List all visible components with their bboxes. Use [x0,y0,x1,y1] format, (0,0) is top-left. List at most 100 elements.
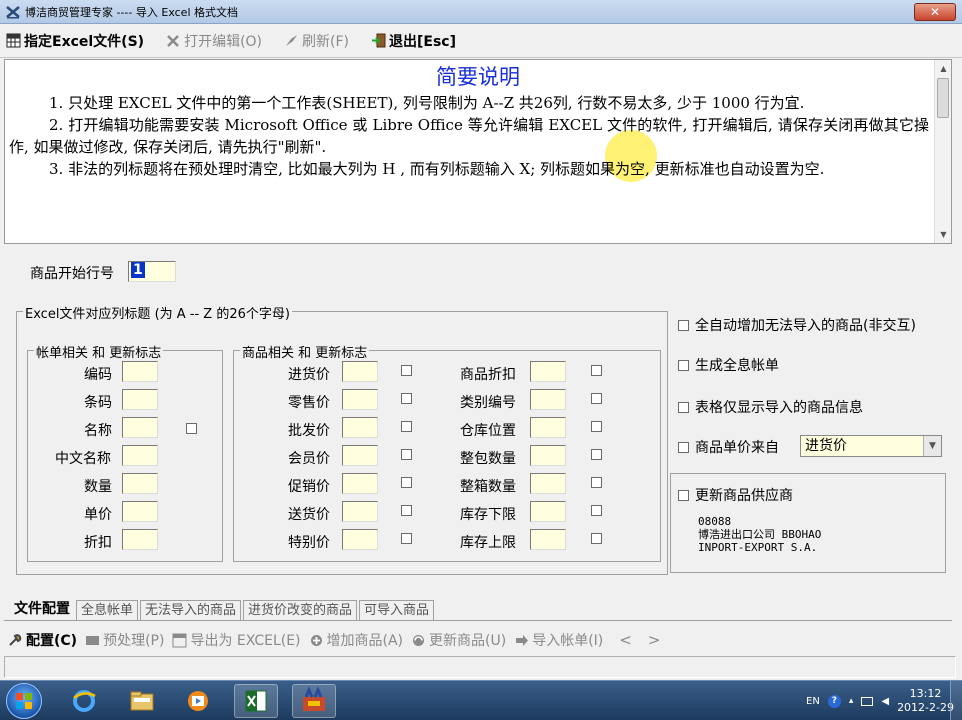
display-icon[interactable] [861,696,874,706]
scroll-down-icon[interactable]: ▼ [935,226,951,243]
export-excel-button[interactable]: 导出为 EXCEL(E) [172,630,301,650]
stock-min-update-checkbox[interactable] [591,505,602,516]
delivery-price-column-input[interactable] [342,501,378,522]
wholesale-price-column-input[interactable] [342,417,378,438]
system-tray: EN ? ▴ ◀ 13:12 2012-2-29 [806,685,954,717]
start-button[interactable] [6,683,42,719]
purchase-price-column-input[interactable] [342,361,378,382]
stock-max-column-input[interactable] [530,529,566,550]
discount-column-input[interactable] [122,529,158,550]
auto-add-checkbox[interactable] [678,319,689,331]
pack-quantity-column-input[interactable] [530,445,566,466]
clock[interactable]: 13:12 2012-2-29 [897,687,954,715]
retail-price-update-checkbox[interactable] [401,393,412,404]
name-update-checkbox[interactable] [186,423,197,434]
member-price-column-input[interactable] [342,445,378,466]
field-label-quantity: 数量 [84,479,112,495]
warehouse-location-column-input[interactable] [530,417,566,438]
stock-max-update-checkbox[interactable] [591,533,602,544]
grid-only-import-option[interactable]: 表格仅显示导入的商品信息 [678,397,863,417]
tab-file-config[interactable]: 文件配置 [10,598,74,620]
product-group-label: 商品相关 和 更新标志 [240,342,370,361]
taskbar-excel-icon[interactable] [234,684,278,718]
show-desktop-button[interactable] [950,681,962,720]
code-column-input[interactable] [122,361,158,382]
gen-full-bill-option[interactable]: 生成全息帐单 [678,355,779,375]
delivery-price-update-checkbox[interactable] [401,505,412,516]
field-label-chinese-name: 中文名称 [55,451,111,467]
import-bill-button[interactable]: 导入帐单(I) [514,630,603,650]
price-source-option[interactable]: 商品单价来自 [678,437,779,457]
special-price-column-input[interactable] [342,529,378,550]
open-edit-button[interactable]: 打开编辑(O) [166,31,262,51]
help-icon[interactable]: ? [827,694,841,708]
chevron-down-icon[interactable]: ▼ [923,436,941,456]
add-product-button[interactable]: 增加商品(A) [309,630,403,650]
start-row-input[interactable]: 1 [128,261,176,282]
taskbar-app-icon[interactable] [292,684,336,718]
field-label-retail-price: 零售价 [288,395,330,411]
export-icon [172,633,187,648]
unit-price-column-input[interactable] [122,501,158,522]
product-discount-column-input[interactable] [530,361,566,382]
spreadsheet-icon [6,33,21,48]
config-button[interactable]: 配置(C) [8,630,77,650]
taskbar: EN ? ▴ ◀ 13:12 2012-2-29 [0,680,962,720]
box-quantity-update-checkbox[interactable] [591,477,602,488]
purchase-price-update-checkbox[interactable] [401,365,412,376]
box-quantity-column-input[interactable] [530,473,566,494]
pack-quantity-update-checkbox[interactable] [591,449,602,460]
tab-price-changed-products[interactable]: 进货价改变的商品 [243,600,358,620]
exit-button[interactable]: 退出[Esc] [371,31,456,51]
next-page-button[interactable]: > [648,631,661,649]
field-label-discount: 折扣 [84,535,112,551]
taskbar-media-player-icon[interactable] [176,684,220,718]
exit-icon [371,33,386,48]
product-discount-update-checkbox[interactable] [591,365,602,376]
auto-add-option[interactable]: 全自动增加无法导入的商品(非交互) [678,315,916,335]
language-indicator[interactable]: EN [806,696,820,707]
update-product-button[interactable]: 更新商品(U) [411,630,506,650]
price-source-select[interactable]: 进货价 ▼ [800,435,942,457]
category-code-update-checkbox[interactable] [591,393,602,404]
close-button[interactable]: ✕ [914,3,956,21]
prev-page-button[interactable]: < [619,631,632,649]
tab-unimportable-products[interactable]: 无法导入的商品 [140,600,242,620]
retail-price-column-input[interactable] [342,389,378,410]
member-price-update-checkbox[interactable] [401,449,412,460]
name-column-input[interactable] [122,417,158,438]
wholesale-price-update-checkbox[interactable] [401,421,412,432]
select-excel-file-button[interactable]: 指定Excel文件(S) [6,31,144,51]
update-supplier-option[interactable]: 更新商品供应商 [678,485,793,505]
grid-only-import-checkbox[interactable] [678,401,689,413]
tab-full-bill[interactable]: 全息帐单 [76,600,139,620]
refresh-button[interactable]: 刷新(F) [284,31,349,51]
bottom-toolbar: 配置(C) 预处理(P) 导出为 EXCEL(E) 增加商品(A) 更新商品(U… [4,626,952,654]
update-supplier-checkbox[interactable] [678,489,689,501]
promo-price-update-checkbox[interactable] [401,477,412,488]
field-label-member-price: 会员价 [288,451,330,467]
category-code-column-input[interactable] [530,389,566,410]
warehouse-location-update-checkbox[interactable] [591,421,602,432]
field-label-code: 编码 [84,367,112,383]
tab-strip: 文件配置 全息帐单 无法导入的商品 进货价改变的商品 可导入商品 [10,598,436,620]
field-label-barcode: 条码 [84,395,112,411]
quantity-column-input[interactable] [122,473,158,494]
tab-importable-products[interactable]: 可导入商品 [359,600,435,620]
volume-icon[interactable]: ◀ [881,696,889,707]
taskbar-explorer-icon[interactable] [120,684,164,718]
gen-full-bill-checkbox[interactable] [678,359,689,371]
taskbar-ie-icon[interactable] [62,684,106,718]
app-icon [6,5,20,19]
barcode-column-input[interactable] [122,389,158,410]
stock-min-column-input[interactable] [530,501,566,522]
price-source-checkbox[interactable] [678,441,689,453]
description-memo[interactable]: 简要说明 1. 只处理 EXCEL 文件中的第一个工作表(SHEET), 列号限… [4,59,952,244]
promo-price-column-input[interactable] [342,473,378,494]
status-bar [4,656,956,678]
chinese-name-column-input[interactable] [122,445,158,466]
network-icon[interactable]: ▴ [849,696,854,706]
special-price-update-checkbox[interactable] [401,533,412,544]
preprocess-button[interactable]: 预处理(P) [85,630,164,650]
field-label-name: 名称 [84,423,112,439]
